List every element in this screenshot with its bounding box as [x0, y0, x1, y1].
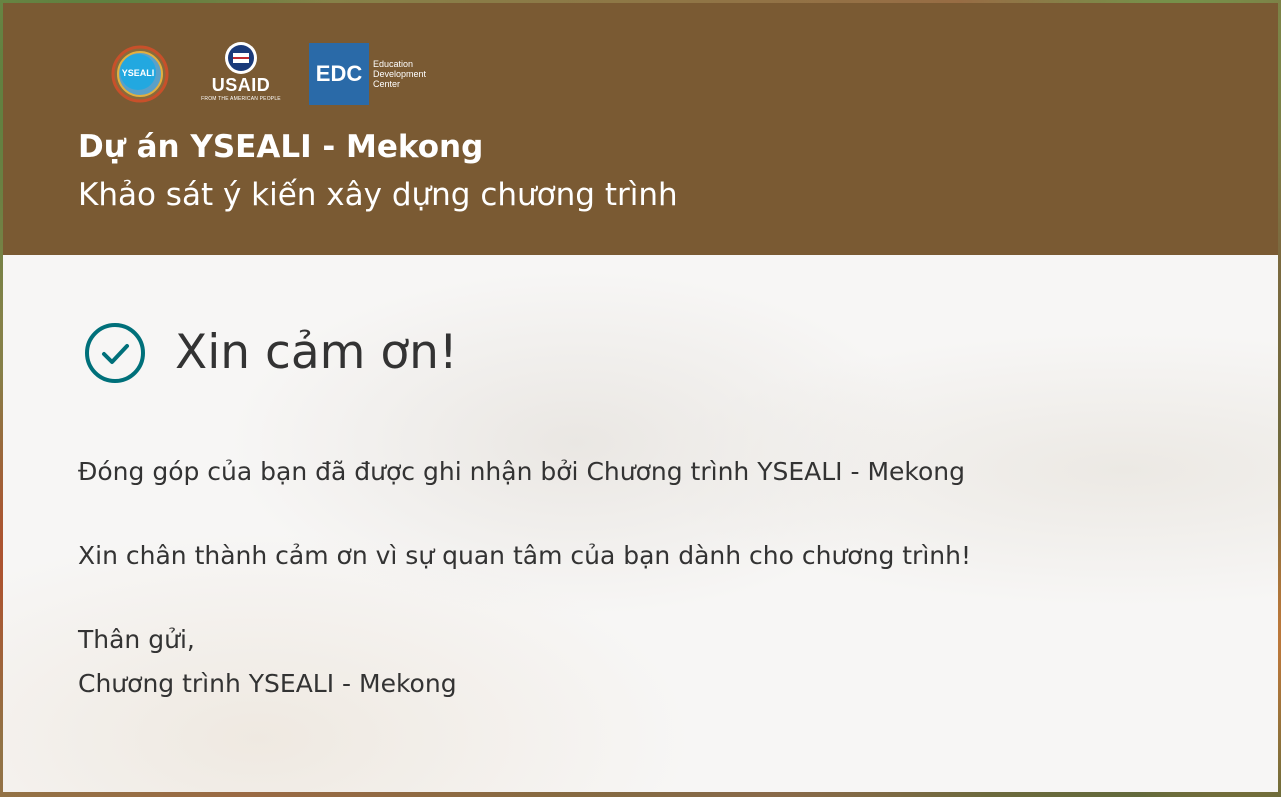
form-header: YSEALI USAID FROM THE AMERICAN PEOPLE ED… [3, 3, 1278, 255]
thank-you-section: Xin cảm ơn! Đóng góp của bạn đã được ghi… [3, 255, 1278, 792]
form-card: YSEALI USAID FROM THE AMERICAN PEOPLE ED… [3, 3, 1278, 792]
edc-logo: EDC Education Development Center [309, 43, 439, 105]
signature-text: Chương trình YSEALI - Mekong [78, 669, 457, 698]
edc-logo-mark: EDC [309, 43, 369, 105]
yseali-logo: YSEALI [111, 45, 169, 103]
usaid-logo-text: USAID [211, 75, 271, 95]
edc-logo-line-1: Education [373, 59, 414, 69]
thank-you-heading: Xin cảm ơn! [175, 325, 458, 380]
usaid-logo: USAID FROM THE AMERICAN PEOPLE [201, 41, 281, 107]
closing-text: Thân gửi, [78, 625, 195, 654]
yseali-logo-text: YSEALI [122, 68, 155, 78]
check-circle-icon [83, 321, 147, 385]
logo-strip: YSEALI USAID FROM THE AMERICAN PEOPLE ED… [111, 41, 451, 107]
page: { "header": { "title": "Dự án YSEALI - M… [0, 0, 1281, 797]
usaid-tagline: FROM THE AMERICAN PEOPLE [201, 96, 281, 102]
edc-logo-line-2: Development [373, 69, 427, 79]
edc-logo-line-3: Center [373, 79, 401, 89]
form-title: Dự án YSEALI - Mekong [78, 129, 484, 165]
edc-logo-text: Education Development Center [373, 59, 443, 89]
form-subtitle: Khảo sát ý kiến xây dựng chương trình [78, 177, 678, 213]
confirmation-message: Đóng góp của bạn đã được ghi nhận bởi Ch… [78, 457, 966, 486]
appreciation-message: Xin chân thành cảm ơn vì sự quan tâm của… [78, 541, 971, 570]
